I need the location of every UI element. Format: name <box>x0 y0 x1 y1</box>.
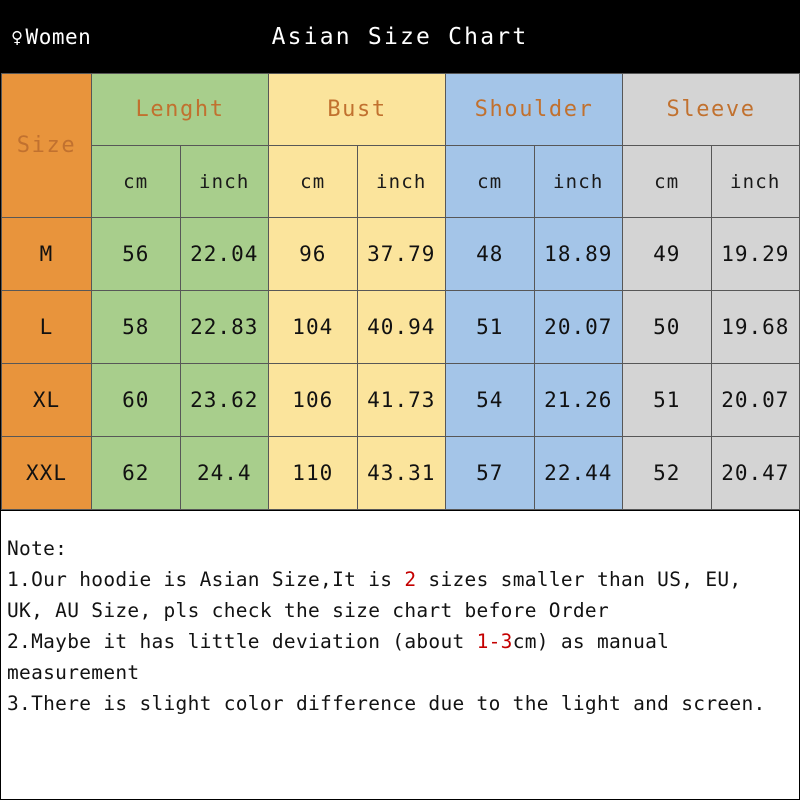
unit-header-bust-cm: cm <box>268 145 358 218</box>
note-item-2-text-b: cm) as manual <box>512 630 670 653</box>
cell-lenght-cm: 60 <box>91 363 181 437</box>
unit-header-bust-inch: inch <box>356 145 447 218</box>
cell-shoulder-inch: 22.44 <box>533 436 624 510</box>
table-row: L 58 22.83 104 40.94 51 20.07 50 19.68 <box>1 290 800 364</box>
note-item-1: 1.Our hoodie is Asian Size,It is 2 sizes… <box>7 564 793 595</box>
cell-sleeve-cm: 50 <box>622 290 712 364</box>
note-item-2-continued: measurement <box>7 661 140 684</box>
cell-bust-inch: 41.73 <box>356 363 447 437</box>
group-header-sleeve: Sleeve <box>622 73 800 146</box>
note-item-3: 3.There is slight color difference due t… <box>7 692 766 715</box>
table-row: XL 60 23.62 106 41.73 54 21.26 51 20.07 <box>1 363 800 437</box>
size-chart-page: ♀Women Asian Size Chart Size Lenght Bust… <box>0 0 800 800</box>
cell-sleeve-inch: 20.47 <box>710 436 800 510</box>
unit-header-lenght-inch: inch <box>179 145 270 218</box>
table-row: M 56 22.04 96 37.79 48 18.89 49 19.29 <box>1 217 800 291</box>
cell-shoulder-cm: 54 <box>445 363 535 437</box>
note-item-1-text-a: 1.Our hoodie is Asian Size,It is <box>7 568 405 591</box>
cell-shoulder-cm: 48 <box>445 217 535 291</box>
cell-sleeve-inch: 19.68 <box>710 290 800 364</box>
unit-header-sleeve-cm: cm <box>622 145 712 218</box>
unit-header-sleeve-inch: inch <box>710 145 800 218</box>
size-cell: L <box>1 290 92 364</box>
size-cell: XL <box>1 363 92 437</box>
cell-sleeve-inch: 20.07 <box>710 363 800 437</box>
cell-lenght-cm: 56 <box>91 217 181 291</box>
note-item-1-text-b: sizes smaller than US, EU, <box>416 568 742 591</box>
cell-bust-cm: 96 <box>268 217 358 291</box>
cell-shoulder-cm: 51 <box>445 290 535 364</box>
unit-header-shoulder-inch: inch <box>533 145 624 218</box>
title-bar: ♀Women Asian Size Chart <box>1 1 799 73</box>
table-head: Size Lenght Bust Shoulder Sleeve cm inch… <box>1 73 800 218</box>
group-header-row: Size Lenght Bust Shoulder Sleeve <box>1 73 800 218</box>
page-title: Asian Size Chart <box>271 24 529 50</box>
cell-bust-inch: 43.31 <box>356 436 447 510</box>
cell-bust-cm: 104 <box>268 290 358 364</box>
unit-header-lenght-cm: cm <box>91 145 181 218</box>
table-body: M 56 22.04 96 37.79 48 18.89 49 19.29 L … <box>1 217 800 510</box>
cell-lenght-inch: 22.83 <box>179 290 270 364</box>
group-header-lenght: Lenght <box>90 73 270 146</box>
cell-sleeve-inch: 19.29 <box>710 217 800 291</box>
cell-sleeve-cm: 49 <box>622 217 712 291</box>
size-cell: XXL <box>1 436 92 510</box>
size-chart-table: Size Lenght Bust Shoulder Sleeve cm inch… <box>1 73 800 510</box>
cell-lenght-inch: 22.04 <box>179 217 270 291</box>
cell-sleeve-cm: 51 <box>622 363 712 437</box>
cell-lenght-inch: 24.4 <box>179 436 270 510</box>
size-column-header: Size <box>1 73 92 218</box>
note-item-2-text-a: 2.Maybe it has little deviation (about <box>7 630 477 653</box>
cell-lenght-inch: 23.62 <box>179 363 270 437</box>
cell-bust-cm: 110 <box>268 436 358 510</box>
cell-bust-inch: 40.94 <box>356 290 447 364</box>
unit-header-row: cm inch cm inch cm inch cm inch <box>2 145 800 218</box>
cell-sleeve-cm: 52 <box>622 436 712 510</box>
cell-bust-inch: 37.79 <box>356 217 447 291</box>
group-header-bust: Bust <box>268 73 447 146</box>
note-heading: Note: <box>7 537 68 560</box>
cell-lenght-cm: 58 <box>91 290 181 364</box>
note-box: Note: 1.Our hoodie is Asian Size,It is 2… <box>1 510 799 788</box>
size-cell: M <box>1 217 92 291</box>
cell-shoulder-cm: 57 <box>445 436 535 510</box>
cell-bust-cm: 106 <box>268 363 358 437</box>
table-row: XXL 62 24.4 110 43.31 57 22.44 52 20.47 <box>1 436 800 510</box>
group-header-shoulder: Shoulder <box>445 73 624 146</box>
cell-lenght-cm: 62 <box>91 436 181 510</box>
unit-header-shoulder-cm: cm <box>445 145 535 218</box>
cell-shoulder-inch: 21.26 <box>533 363 624 437</box>
note-item-2: 2.Maybe it has little deviation (about 1… <box>7 626 793 657</box>
note-item-1-highlight: 2 <box>404 568 417 591</box>
note-item-1-continued: UK, AU Size, pls check the size chart be… <box>7 599 609 622</box>
cell-shoulder-inch: 18.89 <box>533 217 624 291</box>
cell-shoulder-inch: 20.07 <box>533 290 624 364</box>
note-item-2-highlight: 1-3 <box>476 630 513 653</box>
